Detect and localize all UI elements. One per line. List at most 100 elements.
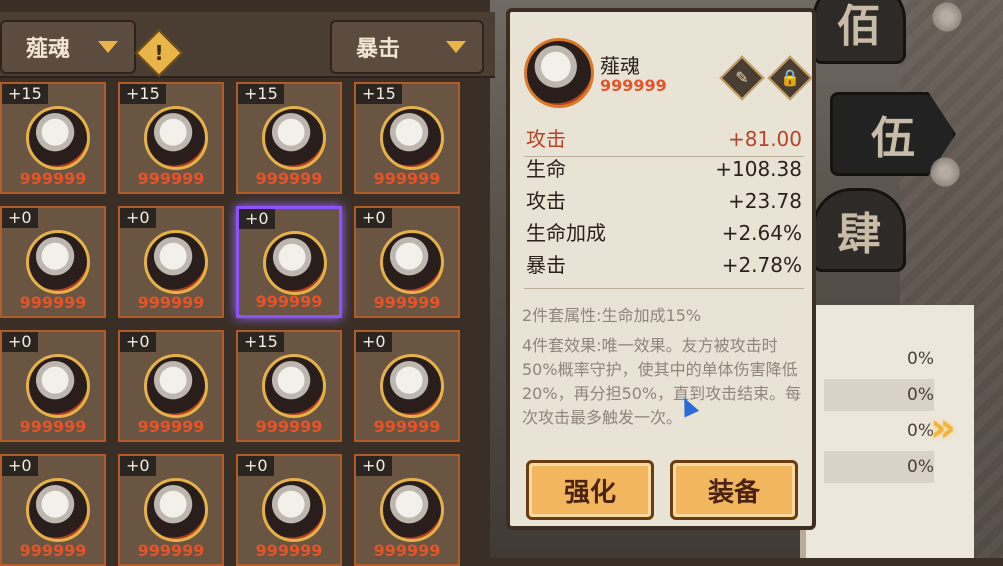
- star-rating: 999999: [137, 417, 205, 436]
- scroll-value: 0%: [907, 421, 934, 441]
- scroll-value: 0%: [907, 349, 934, 369]
- soul-icon: [262, 478, 326, 542]
- level-badge: +15: [120, 84, 166, 104]
- soul-portrait-icon: [524, 38, 594, 108]
- soul-item[interactable]: +0 999999: [0, 454, 106, 566]
- star-rating: 999999: [255, 417, 323, 436]
- soul-item[interactable]: +0 999999: [118, 454, 224, 566]
- soul-item-selected[interactable]: +0 999999: [236, 206, 342, 318]
- soul-icon: [380, 230, 444, 294]
- stat-value: +2.78%: [721, 253, 802, 277]
- warning-mark: !: [154, 41, 164, 65]
- star-rating: 999999: [373, 541, 441, 560]
- enhance-button[interactable]: 强化: [526, 460, 654, 520]
- soul-icon: [144, 106, 208, 170]
- star-rating: 999999: [373, 169, 441, 188]
- chevron-down-icon: [98, 41, 118, 53]
- soul-icon: [26, 354, 90, 418]
- soul-item[interactable]: +15 999999: [236, 82, 342, 194]
- soul-icon: [263, 231, 327, 295]
- divider: [524, 288, 804, 289]
- soul-icon: [26, 478, 90, 542]
- main-stat-row: 攻击 +81.00: [526, 124, 802, 154]
- stat-filter-dropdown[interactable]: 暴击: [330, 20, 484, 74]
- stat-value: +108.38: [715, 157, 802, 181]
- stat-key: 生命: [526, 157, 566, 181]
- level-badge: +15: [356, 84, 402, 104]
- level-badge: +0: [356, 208, 392, 228]
- soul-icon: [26, 106, 90, 170]
- sub-stat-row: 生命加成 +2.64%: [526, 218, 802, 248]
- level-badge: +0: [120, 332, 156, 352]
- soul-item[interactable]: +0 999999: [118, 206, 224, 318]
- level-badge: +0: [120, 208, 156, 228]
- soul-item[interactable]: +0 999999: [236, 454, 342, 566]
- soul-item[interactable]: +0 999999: [0, 330, 106, 442]
- stat-key: 攻击: [526, 127, 566, 151]
- pillar-top: 佰: [812, 0, 906, 64]
- next-page-arrow-icon[interactable]: »: [930, 405, 956, 451]
- star-rating: 999999: [600, 76, 667, 95]
- soul-icon: [144, 230, 208, 294]
- brush-icon[interactable]: ✎: [719, 55, 765, 101]
- level-badge: +0: [2, 332, 38, 352]
- star-rating: 999999: [255, 169, 323, 188]
- star-rating: 999999: [137, 169, 205, 188]
- star-rating: 999999: [255, 292, 323, 311]
- soul-item[interactable]: +15 999999: [236, 330, 342, 442]
- star-rating: 999999: [373, 293, 441, 312]
- soul-grid: +15 999999 +15 999999 +15 999999 +15 999999 …: [0, 82, 480, 566]
- equip-button[interactable]: 装备: [670, 460, 798, 520]
- soul-icon: [26, 230, 90, 294]
- pillar-tab-4[interactable]: 肆: [812, 188, 906, 272]
- star-rating: 999999: [373, 417, 441, 436]
- lock-icon[interactable]: 🔒: [767, 55, 813, 101]
- filter-bar: 薤魂 暴击: [0, 12, 495, 78]
- scroll-value: 0%: [824, 451, 934, 483]
- soul-icon: [380, 106, 444, 170]
- flower-decoration: [930, 0, 964, 34]
- soul-item[interactable]: +15 999999: [118, 82, 224, 194]
- soul-item[interactable]: +0 999999: [354, 454, 460, 566]
- stat-value: +81.00: [727, 127, 802, 151]
- sub-stat-row: 攻击 +23.78: [526, 186, 802, 216]
- star-rating: 999999: [255, 541, 323, 560]
- soul-icon: [380, 478, 444, 542]
- stat-key: 生命加成: [526, 221, 606, 245]
- star-rating: 999999: [19, 293, 87, 312]
- stat-value: +2.64%: [721, 221, 802, 245]
- star-rating: 999999: [19, 541, 87, 560]
- sub-stat-row: 生命 +108.38: [526, 154, 802, 184]
- set-filter-dropdown[interactable]: 薤魂: [0, 20, 136, 74]
- soul-detail-panel: 薤魂 999999 ✎ 🔒 攻击 +81.00 生命 +108.38 攻击 +2…: [506, 8, 816, 530]
- soul-item[interactable]: +0 999999: [0, 206, 106, 318]
- star-rating: 999999: [137, 293, 205, 312]
- chevron-down-icon: [446, 41, 466, 53]
- level-badge: +15: [238, 332, 284, 352]
- soul-item[interactable]: +0 999999: [354, 206, 460, 318]
- level-badge: +0: [120, 456, 156, 476]
- soul-item[interactable]: +0 999999: [118, 330, 224, 442]
- flower-decoration: [928, 155, 962, 189]
- stat-filter-label: 暴击: [356, 36, 401, 62]
- set-filter-label: 薤魂: [26, 36, 71, 62]
- set-2-bonus: 2件套属性:生命加成15%: [522, 306, 702, 325]
- soul-item[interactable]: +0 999999: [354, 330, 460, 442]
- level-badge: +0: [2, 456, 38, 476]
- soul-name: 薤魂: [600, 54, 640, 78]
- soul-icon: [262, 354, 326, 418]
- level-badge: +15: [2, 84, 48, 104]
- soul-item[interactable]: +15 999999: [354, 82, 460, 194]
- soul-icon: [144, 354, 208, 418]
- stat-value: +23.78: [727, 189, 802, 213]
- stat-key: 攻击: [526, 189, 566, 213]
- stat-key: 暴击: [526, 253, 566, 277]
- level-badge: +0: [2, 208, 38, 228]
- level-badge: +0: [238, 456, 274, 476]
- star-rating: 999999: [137, 541, 205, 560]
- soul-item[interactable]: +15 999999: [0, 82, 106, 194]
- level-badge: +15: [238, 84, 284, 104]
- level-badge: +0: [239, 209, 275, 229]
- sub-stat-row: 暴击 +2.78%: [526, 250, 802, 280]
- star-rating: 999999: [19, 417, 87, 436]
